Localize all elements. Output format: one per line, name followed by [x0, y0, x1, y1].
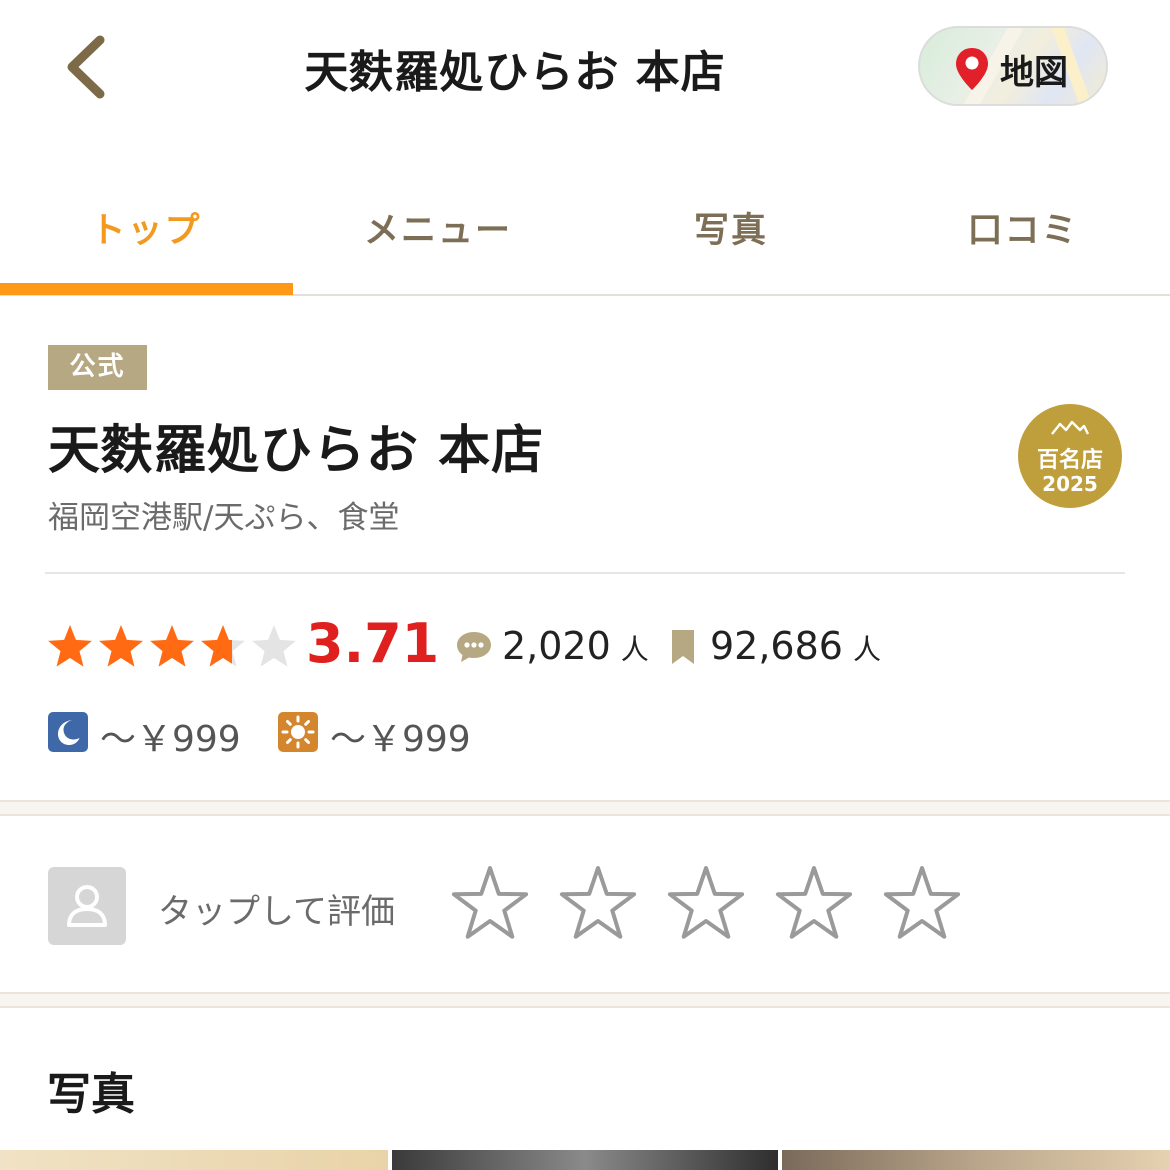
section-separator — [0, 800, 1170, 816]
rate-star-button[interactable] — [448, 862, 532, 946]
station-genre: 福岡空港駅/天ぷら、食堂 — [48, 500, 400, 536]
rating-stars — [48, 622, 298, 674]
photos-heading: 写真 — [47, 1069, 135, 1120]
user-avatar — [48, 867, 126, 945]
active-tab-indicator — [0, 283, 293, 295]
divider — [45, 572, 1125, 574]
rating-star — [201, 625, 245, 667]
user-icon — [67, 885, 107, 927]
star-outline-icon — [559, 866, 637, 939]
bookmark-icon — [672, 630, 694, 664]
rate-star-button[interactable] — [664, 862, 748, 946]
rate-star-button[interactable] — [556, 862, 640, 946]
photo-thumbnail[interactable] — [392, 1150, 778, 1170]
rating-star — [99, 625, 143, 667]
map-label: 地図 — [1000, 53, 1068, 93]
tap-to-rate-label[interactable]: タップして評価 — [158, 884, 395, 933]
back-button[interactable] — [58, 32, 118, 102]
star-outline-icon — [451, 866, 529, 939]
tab-bar: トップ メニュー 写真 口コミ — [0, 180, 1170, 296]
header: 天麩羅処ひらお 本店 地図 — [0, 0, 1170, 135]
bookmark-count-value: 92,686 — [710, 624, 843, 668]
bookmark-count-unit: 人 — [852, 633, 881, 666]
hyakumeiten-label: 百名店 — [1036, 448, 1103, 473]
comment-icon — [457, 632, 491, 662]
rate-star-button[interactable] — [772, 862, 856, 946]
tab-menu[interactable]: メニュー — [292, 202, 584, 253]
bookmark-count[interactable]: 92,686 人 — [710, 624, 881, 668]
review-count-unit: 人 — [620, 633, 649, 666]
page-title: 天麩羅処ひらお 本店 — [304, 47, 726, 98]
star-rating-icon — [48, 625, 296, 667]
review-count-value: 2,020 — [502, 624, 611, 668]
rating-star — [150, 625, 194, 667]
dinner-budget: ～￥999 — [100, 719, 241, 760]
tab-reviews[interactable]: 口コミ — [877, 202, 1169, 253]
lunch-budget: ～￥999 — [330, 719, 471, 760]
star-outline-icon — [883, 866, 961, 939]
map-pin-icon — [956, 48, 988, 90]
tab-top[interactable]: トップ — [0, 202, 292, 253]
photo-thumbnail[interactable] — [0, 1150, 388, 1170]
map-button[interactable]: 地図 — [918, 26, 1108, 106]
hyakumeiten-year: 2025 — [1042, 472, 1098, 496]
rating-score: 3.71 — [306, 612, 440, 675]
star-outline-icon — [775, 866, 853, 939]
rating-star — [252, 625, 296, 667]
chevron-left-icon — [67, 35, 105, 99]
moon-icon — [48, 712, 88, 752]
star-outline-icon — [667, 866, 745, 939]
section-separator — [0, 992, 1170, 1008]
rate-star-button[interactable] — [880, 862, 964, 946]
shop-name: 天麩羅処ひらお 本店 — [48, 421, 545, 481]
photo-thumbnail[interactable] — [782, 1150, 1170, 1170]
rating-star — [48, 625, 92, 667]
mountain-icon — [1051, 420, 1090, 435]
hyakumeiten-badge[interactable]: 百名店 2025 — [1018, 404, 1122, 508]
sun-icon — [278, 712, 318, 752]
review-count[interactable]: 2,020 人 — [502, 624, 649, 668]
tab-photos[interactable]: 写真 — [585, 202, 877, 253]
official-badge: 公式 — [48, 345, 147, 390]
